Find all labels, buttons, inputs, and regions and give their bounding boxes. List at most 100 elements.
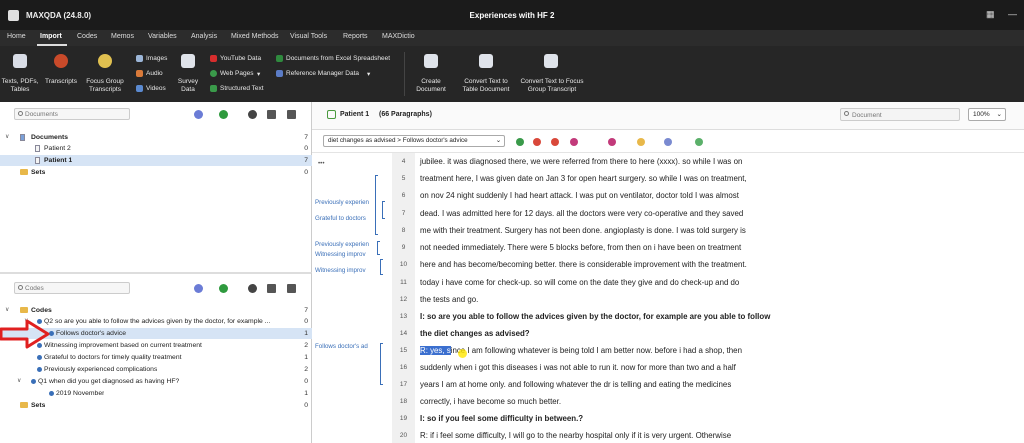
text-line[interactable]: jubilee. it was diagnosed there, we were… <box>420 157 1010 166</box>
text-line[interactable]: on nov 24 night suddenly I had heart att… <box>420 191 1010 200</box>
audio-button[interactable]: Audio <box>146 70 163 77</box>
quick-code-select[interactable]: diet changes as advised > Follows doctor… <box>323 135 505 147</box>
margin-ellipsis[interactable]: ••• <box>318 160 325 167</box>
images-button[interactable]: Images <box>146 55 167 62</box>
line-number: 10 <box>399 261 408 268</box>
code-item[interactable]: 2019 November 1 <box>0 388 312 399</box>
text-line[interactable]: suddenly when i got this diseases i was … <box>420 363 1010 372</box>
reference-manager-button[interactable]: Reference Manager Data <box>286 70 359 77</box>
document-browser: Patient 1 (66 Paragraphs) 100% ⌄ diet ch… <box>312 102 1024 443</box>
chevron-down-icon[interactable]: ▾ <box>367 70 370 78</box>
document-item[interactable]: Patient 2 0 <box>0 143 312 154</box>
tab-variables[interactable]: Variables <box>148 33 177 40</box>
arrow-icon[interactable] <box>267 110 276 119</box>
text-line[interactable]: correctly, i have become so much better. <box>420 397 1010 406</box>
text-line[interactable]: me with their treatment. Surgery has not… <box>420 226 1010 235</box>
margin-code[interactable]: Previously experien <box>315 241 369 248</box>
tab-maxdictio[interactable]: MAXDictio <box>382 33 415 40</box>
code-bracket[interactable] <box>380 343 383 385</box>
tab-visual-tools[interactable]: Visual Tools <box>290 33 327 40</box>
code-bracket[interactable] <box>380 259 383 275</box>
gear-icon[interactable] <box>248 110 257 119</box>
highlighter-icon[interactable] <box>608 138 616 146</box>
text-line[interactable]: the tests and go. <box>420 295 1010 304</box>
activate-icon[interactable] <box>194 110 203 119</box>
document-sets[interactable]: Sets 0 <box>0 167 312 178</box>
add-icon[interactable] <box>219 284 228 293</box>
tab-memos[interactable]: Memos <box>111 33 134 40</box>
edit-icon[interactable] <box>327 110 336 119</box>
text-line[interactable]: today i have come for check-up. so will … <box>420 278 1010 287</box>
code-icon[interactable] <box>570 138 578 146</box>
tab-import[interactable]: Import <box>40 33 62 40</box>
documents-folder-icon <box>20 134 25 141</box>
code-icon[interactable] <box>516 138 524 146</box>
window-icon[interactable] <box>287 284 296 293</box>
videos-button[interactable]: Videos <box>146 85 166 92</box>
code-item[interactable]: Previously experienced complications 2 <box>0 364 312 375</box>
margin-code[interactable]: Grateful to doctors <box>315 215 366 222</box>
zoom-select[interactable]: 100% ⌄ <box>968 108 1006 121</box>
arrow-icon[interactable] <box>267 284 276 293</box>
code-bracket[interactable] <box>375 175 378 235</box>
chevron-down-icon[interactable]: ▾ <box>257 70 260 78</box>
codes-root[interactable]: ∨ Codes 7 <box>0 305 312 316</box>
selected-text[interactable]: R: yes, s <box>420 346 451 355</box>
documents-search-input[interactable] <box>25 110 125 119</box>
code-icon[interactable] <box>551 138 559 146</box>
code-bracket[interactable] <box>377 241 380 255</box>
activate-icon[interactable] <box>194 284 203 293</box>
text-line[interactable]: here and has become/becoming better. the… <box>420 260 1010 269</box>
text-line[interactable]: years I am at home only. and following w… <box>420 380 1010 389</box>
line-number: 19 <box>399 415 408 422</box>
text-line[interactable]: treatment here, I was given date on Jan … <box>420 174 1010 183</box>
text-line[interactable]: dead. I was admitted here for 12 days. a… <box>420 209 1010 218</box>
code-icon[interactable] <box>533 138 541 146</box>
gear-icon[interactable] <box>248 284 257 293</box>
folder-icon <box>20 169 28 175</box>
document-search-input[interactable] <box>852 110 952 120</box>
focus-group-icon <box>98 54 112 68</box>
text-line-question[interactable]: I: so if you feel some difficulty in bet… <box>420 414 1010 423</box>
document-search[interactable] <box>840 108 960 121</box>
documents-search[interactable] <box>14 108 130 120</box>
text-line[interactable]: R: yes, since I am following whatever is… <box>420 346 1010 355</box>
excel-import-button[interactable]: Documents from Excel Spreadsheet <box>286 55 390 62</box>
code-icon[interactable] <box>664 138 672 146</box>
tab-analysis[interactable]: Analysis <box>191 33 217 40</box>
text-line[interactable]: not needed immediately. There were 5 blo… <box>420 243 1010 252</box>
code-item[interactable]: ∨ Q1 when did you get diagnosed as havin… <box>0 376 312 387</box>
chevron-down-icon[interactable]: ∨ <box>17 376 21 387</box>
window-icon[interactable] <box>287 110 296 119</box>
video-icon <box>136 85 143 92</box>
code-icon[interactable] <box>695 138 703 146</box>
layout-icon[interactable]: ▦ <box>986 9 995 20</box>
documents-root[interactable]: ∨ Documents 7 <box>0 132 312 143</box>
add-icon[interactable] <box>219 110 228 119</box>
margin-code[interactable]: Witnessing improv <box>315 267 366 274</box>
convert-table-icon <box>479 54 493 68</box>
codes-search[interactable] <box>14 282 130 294</box>
code-bracket[interactable] <box>382 201 385 219</box>
text-line[interactable]: R: if i feel some difficulty, I will go … <box>420 431 1010 440</box>
document-item-selected[interactable]: Patient 1 7 <box>0 155 312 166</box>
text-line-question[interactable]: the diet changes as advised? <box>420 329 1010 338</box>
code-sets[interactable]: Sets 0 <box>0 400 312 411</box>
chevron-down-icon[interactable]: ∨ <box>5 305 9 316</box>
tab-home[interactable]: Home <box>7 33 26 40</box>
codes-search-input[interactable] <box>25 284 125 293</box>
structured-text-button[interactable]: Structured Text <box>220 85 264 92</box>
tab-reports[interactable]: Reports <box>343 33 368 40</box>
chevron-down-icon[interactable]: ∨ <box>5 132 9 143</box>
youtube-data-button[interactable]: YouTube Data <box>220 55 261 62</box>
web-pages-button[interactable]: Web Pages <box>220 70 253 77</box>
margin-code[interactable]: Previously experien <box>315 199 369 206</box>
margin-code[interactable]: Witnessing improv <box>315 251 366 258</box>
emoji-icon[interactable] <box>637 138 645 146</box>
text-line-question[interactable]: I: so are you able to follow the advices… <box>420 312 1010 321</box>
margin-code[interactable]: Follows doctor's ad <box>315 343 368 350</box>
tab-codes[interactable]: Codes <box>77 33 97 40</box>
minimize-icon[interactable]: — <box>1008 9 1017 19</box>
code-item[interactable]: Grateful to doctors for timely quality t… <box>0 352 312 363</box>
tab-mixed-methods[interactable]: Mixed Methods <box>231 33 278 40</box>
